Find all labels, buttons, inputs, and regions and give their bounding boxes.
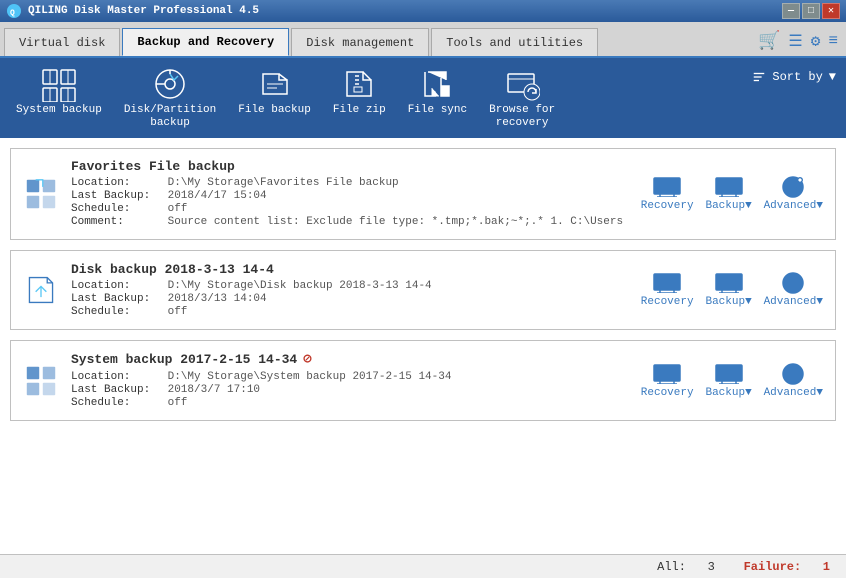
system-backup-icon	[41, 66, 77, 102]
toolbar-items: System backup Disk/Partition backup	[10, 64, 752, 132]
backup-icon-3	[715, 363, 743, 385]
toolbar-disk-partition-backup[interactable]: Disk/Partition backup	[118, 64, 222, 132]
tab-disk-management[interactable]: Disk management	[291, 28, 429, 56]
sort-by-button[interactable]: Sort by ▼	[752, 70, 836, 84]
main-window: Virtual disk Backup and Recovery Disk ma…	[0, 22, 846, 578]
backup-schedule-row-2: Schedule: off	[71, 306, 629, 318]
backup-item-info-3: System backup 2017-2-15 14-34 ⊘ Location…	[71, 351, 629, 410]
toolbar-browse-recovery[interactable]: Browse for recovery	[483, 64, 561, 132]
backup-location-row: Location: D:\My Storage\Favorites File b…	[71, 177, 629, 189]
settings-icon[interactable]: ⚙	[811, 31, 821, 51]
backup-button-1[interactable]: Backup▼	[704, 176, 754, 212]
disk-partition-icon	[152, 66, 188, 102]
toolbar-file-zip[interactable]: File zip	[327, 64, 392, 132]
recovery-button-3[interactable]: Recovery	[641, 363, 694, 399]
tab-tools-utilities[interactable]: Tools and utilities	[431, 28, 598, 56]
backup-item-icon-disk	[23, 272, 59, 308]
backup-lastbackup-row-2: Last Backup: 2018/3/13 14:04	[71, 293, 629, 305]
minimize-button[interactable]: —	[782, 3, 800, 19]
backup-item: Disk backup 2018-3-13 14-4 Location: D:\…	[10, 250, 836, 330]
backup-item: System backup 2017-2-15 14-34 ⊘ Location…	[10, 340, 836, 421]
backup-item-info: Favorites File backup Location: D:\My St…	[71, 159, 629, 229]
advanced-icon-3	[779, 363, 807, 385]
backup-item-actions-3: Recovery Backup▼	[641, 363, 823, 399]
tab-bar: Virtual disk Backup and Recovery Disk ma…	[0, 22, 846, 58]
backup-item-title-3: System backup 2017-2-15 14-34 ⊘	[71, 351, 629, 368]
file-zip-icon	[341, 66, 377, 102]
advanced-button-3[interactable]: Advanced▼	[764, 363, 823, 399]
backup-comment-row: Comment: Source content list: Exclude fi…	[71, 216, 629, 228]
backup-item-icon-file	[23, 176, 59, 212]
recovery-button-1[interactable]: Recovery	[641, 176, 694, 212]
backup-item-actions-2: Recovery Backup▼	[641, 272, 823, 308]
status-failure: Failure: 1	[744, 560, 830, 574]
toolbar: System backup Disk/Partition backup	[0, 58, 846, 138]
content-area[interactable]: Favorites File backup Location: D:\My St…	[0, 138, 846, 554]
backup-item-actions: Recovery Backup▼	[641, 176, 823, 212]
backup-lastbackup-row-3: Last Backup: 2018/3/7 17:10	[71, 384, 629, 396]
browse-recovery-icon	[504, 66, 540, 102]
window-controls: — □ ✕	[782, 3, 840, 19]
toolbar-system-backup[interactable]: System backup	[10, 64, 108, 132]
backup-item-title: Favorites File backup	[71, 159, 629, 174]
advanced-button-1[interactable]: Advanced▼	[764, 176, 823, 212]
advanced-icon-2	[779, 272, 807, 294]
recovery-icon-2	[653, 272, 681, 294]
app-title: QILING Disk Master Professional 4.5	[28, 5, 259, 17]
backup-schedule-row-3: Schedule: off	[71, 397, 629, 409]
sort-chevron-icon: ▼	[829, 70, 836, 84]
backup-schedule-row: Schedule: off	[71, 203, 629, 215]
recovery-icon-3	[653, 363, 681, 385]
recovery-button-2[interactable]: Recovery	[641, 272, 694, 308]
toolbar-file-backup[interactable]: File backup	[232, 64, 317, 132]
tab-backup-recovery[interactable]: Backup and Recovery	[122, 28, 289, 56]
svg-text:Q: Q	[10, 9, 15, 18]
backup-item-icon-system	[23, 363, 59, 399]
app-icon: Q	[6, 3, 22, 19]
status-bar: All: 3 Failure: 1	[0, 554, 846, 578]
toolbar-file-sync[interactable]: File sync	[402, 64, 473, 132]
backup-item: Favorites File backup Location: D:\My St…	[10, 148, 836, 240]
advanced-icon-1	[779, 176, 807, 198]
backup-button-2[interactable]: Backup▼	[704, 272, 754, 308]
backup-item-title-2: Disk backup 2018-3-13 14-4	[71, 262, 629, 277]
menu-icon[interactable]: ≡	[828, 32, 838, 50]
maximize-button[interactable]: □	[802, 3, 820, 19]
advanced-button-2[interactable]: Advanced▼	[764, 272, 823, 308]
backup-item-info-2: Disk backup 2018-3-13 14-4 Location: D:\…	[71, 262, 629, 319]
recovery-icon-1	[653, 176, 681, 198]
close-button[interactable]: ✕	[822, 3, 840, 19]
list-icon[interactable]: ☰	[788, 31, 802, 51]
warning-icon: ⊘	[303, 351, 311, 368]
backup-button-3[interactable]: Backup▼	[704, 363, 754, 399]
backup-icon-2	[715, 272, 743, 294]
backup-location-row-2: Location: D:\My Storage\Disk backup 2018…	[71, 280, 629, 292]
cart-icon[interactable]: 🛒	[758, 30, 780, 52]
tab-virtual-disk[interactable]: Virtual disk	[4, 28, 120, 56]
file-sync-icon	[419, 66, 455, 102]
backup-icon-1	[715, 176, 743, 198]
backup-location-row-3: Location: D:\My Storage\System backup 20…	[71, 371, 629, 383]
title-bar: Q QILING Disk Master Professional 4.5 — …	[0, 0, 846, 22]
status-all: All: 3	[657, 560, 715, 574]
file-backup-icon	[257, 66, 293, 102]
backup-lastbackup-row: Last Backup: 2018/4/17 15:04	[71, 190, 629, 202]
